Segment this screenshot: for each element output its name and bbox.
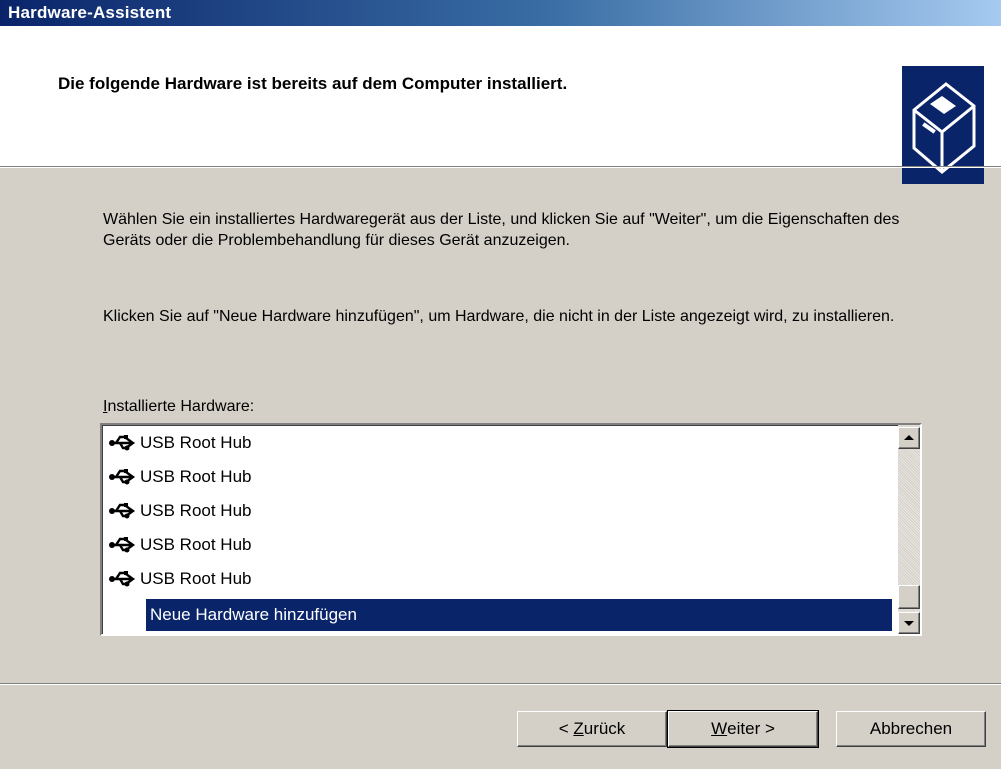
next-button[interactable]: Weiter > (667, 710, 819, 748)
cancel-button[interactable]: Abbrechen (836, 711, 986, 747)
installed-hardware-label: Installierte Hardware: (103, 398, 255, 415)
page-heading: Die folgende Hardware ist bereits auf de… (58, 74, 568, 93)
wizard-header: Die folgende Hardware ist bereits auf de… (0, 26, 1001, 184)
arrow-down-icon (904, 621, 914, 626)
scroll-up-button[interactable] (898, 427, 920, 449)
list-item[interactable]: USB Root Hub (108, 563, 252, 595)
header-separator (0, 166, 1001, 168)
list-item[interactable]: USB Root Hub (108, 529, 252, 561)
installed-hardware-list[interactable]: USB Root Hub USB Root Hub USB Root Hub U… (100, 423, 922, 636)
arrow-up-icon (904, 435, 914, 440)
usb-icon (109, 469, 136, 485)
title-bar[interactable]: Hardware-Assistent (0, 0, 1001, 26)
instruction-text: Wählen Sie ein installiertes Hardwareger… (103, 211, 900, 249)
list-item[interactable]: USB Root Hub (108, 495, 252, 527)
list-scrollbar[interactable] (898, 425, 920, 634)
usb-icon (109, 435, 136, 451)
footer-separator (0, 683, 1001, 685)
add-hardware-hint: Klicken Sie auf "Neue Hardware hinzufüge… (103, 308, 895, 325)
usb-icon (109, 571, 136, 587)
list-item[interactable]: USB Root Hub (108, 461, 252, 493)
back-button[interactable]: < Zurück (517, 711, 667, 747)
list-item[interactable]: USB Root Hub (108, 427, 252, 459)
scroll-down-button[interactable] (898, 612, 920, 634)
list-item-add-new-hardware[interactable]: Neue Hardware hinzufügen (146, 599, 892, 631)
scroll-thumb[interactable] (898, 585, 920, 609)
usb-icon (109, 503, 136, 519)
window-title: Hardware-Assistent (8, 3, 172, 22)
usb-icon (109, 537, 136, 553)
